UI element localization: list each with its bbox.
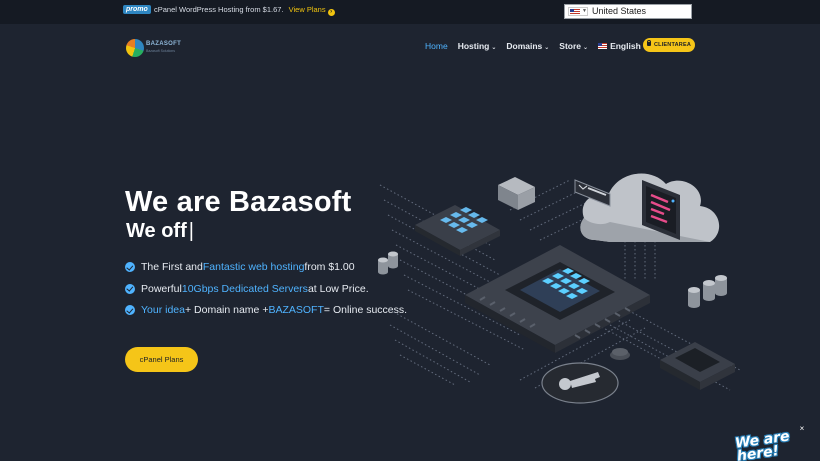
feature-highlight: Your idea [141,304,185,316]
nav-domains-label[interactable]: Domains [506,41,542,51]
client-area-label[interactable]: CLIENTAREA [654,42,691,48]
nav-language-label[interactable]: English [610,41,641,51]
feature-highlight: BAZASOFT [268,304,324,316]
arrow-right-circle-icon[interactable]: › [327,9,335,16]
nav-hosting-label[interactable]: Hosting [458,41,490,51]
promo-bar: promo cPanel WordPress Hosting from $1.6… [0,0,820,24]
nav-language[interactable]: English⌄ [598,41,648,51]
country-value[interactable]: United States [592,5,646,18]
database-icon [688,275,727,308]
lock-icon[interactable] [646,40,652,46]
country-flag-dropdown[interactable]: ▼ [568,7,588,16]
us-flag-icon[interactable] [598,43,608,49]
feature-text: The First and [141,261,203,273]
view-plans-label[interactable]: View Plans [289,5,326,14]
logo-tagline: Bazasoft Solutions [146,49,175,53]
feature-item: The First and Fantastic web hosting from… [125,260,407,274]
chevron-down-icon[interactable]: ⌄ [544,45,549,51]
feature-item: Powerful 10Gbps Dedicated Servers at Low… [125,282,407,296]
caret-down-icon: ▼ [582,8,587,14]
nav-home[interactable]: Home [425,41,448,51]
promo-text: cPanel WordPress Hosting from $1.67. Vie… [154,4,335,16]
view-plans-link[interactable]: View Plans › [289,5,335,16]
promo-message: cPanel WordPress Hosting from $1.67. [154,5,284,14]
typing-cursor: | [188,220,194,242]
promo-badge: promo [123,5,151,14]
nav-store[interactable]: Store ⌄ [559,41,588,51]
feature-text: + Domain name + [184,304,269,316]
logo-wordmark[interactable]: BAZASOFT [146,41,181,47]
feature-highlight: Fantastic web hosting [202,261,305,273]
key-icon [541,362,619,404]
feature-item: Your idea + Domain name + BAZASOFT = Onl… [125,303,407,317]
feature-text: at Low Price. [307,282,369,295]
main-processor-chip [465,245,650,353]
main-nav: Home Hosting⌄ Domains⌄ Store⌄ English⌄ [425,40,658,52]
nav-domains[interactable]: Domains ⌄ [506,41,549,51]
typing-text: We off [126,220,187,242]
check-circle-icon [125,305,135,315]
check-circle-icon [125,262,135,272]
client-area-button[interactable]: CLIENTAREA [643,38,695,52]
server-illustration [378,173,741,404]
chevron-down-icon[interactable]: ⌄ [583,45,588,51]
storage-box-icon [498,177,535,210]
hero-title: We are Bazasoft [125,186,352,218]
nav-hosting[interactable]: Hosting ⌄ [458,41,497,51]
country-select[interactable]: ▼ United States [564,4,692,19]
us-flag-icon [570,9,580,15]
check-circle-icon [125,283,135,294]
round-button-icon [610,348,630,360]
feature-text: from $1.00 [304,261,355,273]
small-chip-left [415,205,500,256]
hero-typing-text: We off | [126,220,194,243]
feature-list: The First and Fantastic web hosting from… [125,260,407,325]
cpanel-plans-button[interactable]: cPanel Plans [125,347,198,372]
logo[interactable]: BAZASOFT Bazasoft Solutions [126,37,181,59]
we-are-here-badge[interactable]: We are here! [734,426,820,461]
nav-store-label[interactable]: Store [559,41,581,51]
feature-text: Powerful [141,282,182,295]
database-icon [378,251,398,275]
chevron-down-icon[interactable]: ⌄ [491,45,496,51]
small-chip-right [660,342,735,390]
logo-mark-icon[interactable] [126,39,144,57]
feature-highlight: 10Gbps Dedicated Servers [181,282,308,295]
